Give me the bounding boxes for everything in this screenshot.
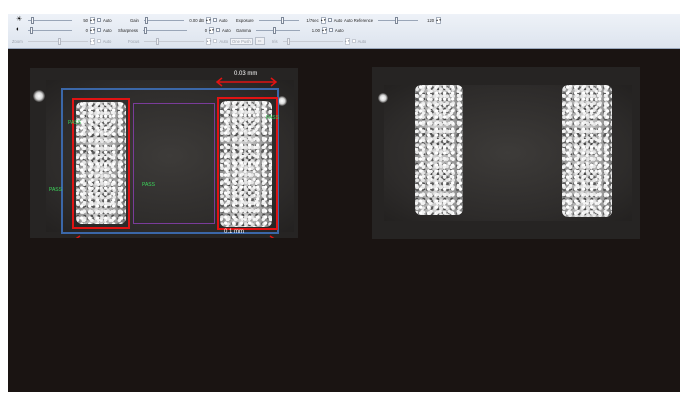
zoom-spinner[interactable]: ▲▼ xyxy=(89,37,95,45)
focus-spinner[interactable]: ▲▼ xyxy=(206,37,212,45)
zoom-slider-thumb[interactable] xyxy=(57,37,61,45)
exposure-control: Exposure 1/7sec ▲▼ Auto xyxy=(236,15,342,25)
camera-viewer-window: ☀ 50 ▲▼ Auto Gain 0.00 dB ▲▼ Auto Exposu… xyxy=(8,14,680,392)
focus-auto-label: Auto xyxy=(219,38,229,44)
gamma-auto-checkbox[interactable] xyxy=(328,28,333,32)
exposure-slider[interactable] xyxy=(258,16,299,24)
exposure-auto-label: Auto xyxy=(333,17,343,23)
gain-value: 0.00 dB xyxy=(189,17,204,23)
iris-auto-label: Auto xyxy=(357,38,367,44)
zoom-auto-label: Auto xyxy=(102,38,112,44)
auto-reference-control: Auto Reference 120 ▲▼ xyxy=(344,15,442,25)
toolbar-row-3: Zoom ▲▼ Auto Focus ▲▼ Auto One Push ▭ Ir… xyxy=(8,36,680,46)
sharpness-auto-label: Auto xyxy=(222,27,231,33)
focus-label: Focus xyxy=(128,38,140,44)
iris-spinner[interactable]: ▲▼ xyxy=(344,37,350,45)
left-electrode xyxy=(415,85,463,215)
gain-control: Gain 0.00 dB ▲▼ Auto xyxy=(130,15,227,25)
contrast-auto-label: Auto xyxy=(103,27,112,33)
focus-auto-checkbox[interactable] xyxy=(213,39,218,43)
brightness-slider[interactable] xyxy=(28,16,72,24)
reference-image-view[interactable] xyxy=(372,67,640,239)
reflection-highlight xyxy=(378,93,388,103)
auto-reference-slider[interactable] xyxy=(378,16,419,24)
contrast-slider-thumb[interactable] xyxy=(30,26,33,34)
focus-control: Focus ▲▼ Auto One Push ▭ xyxy=(128,36,265,46)
toolbar-row-1: ☀ 50 ▲▼ Auto Gain 0.00 dB ▲▼ Auto Exposu… xyxy=(8,15,680,25)
exposure-value: 1/7sec xyxy=(306,17,319,23)
exposure-auto-checkbox[interactable] xyxy=(327,18,332,22)
sharpness-value: 0 xyxy=(204,27,208,33)
gain-label: Gain xyxy=(130,17,139,23)
focus-slider-thumb[interactable] xyxy=(156,37,160,45)
camera-settings-toolbar: ☀ 50 ▲▼ Auto Gain 0.00 dB ▲▼ Auto Exposu… xyxy=(8,14,680,49)
sharpness-auto-checkbox[interactable] xyxy=(216,28,221,32)
zoom-control: Zoom ▲▼ Auto xyxy=(12,36,111,46)
contrast-value: 0 xyxy=(85,27,88,33)
brightness-auto-label: Auto xyxy=(103,17,112,23)
exposure-label: Exposure xyxy=(236,17,254,23)
brightness-icon: ☀ xyxy=(16,16,23,23)
bottom-measurement-arrow-left xyxy=(75,235,81,238)
top-measurement-label: 0.03 mm xyxy=(234,71,258,77)
gain-slider[interactable] xyxy=(143,16,184,24)
iris-slider[interactable] xyxy=(282,37,343,45)
gamma-label: Gamma xyxy=(236,27,251,33)
sharpness-control: Sharpness 0 ▲▼ Auto xyxy=(118,25,231,35)
focus-slider[interactable] xyxy=(144,37,205,45)
brightness-auto-checkbox[interactable] xyxy=(97,18,101,22)
right-electrode xyxy=(562,85,612,217)
gamma-value: 1.00 xyxy=(311,27,320,33)
iris-auto-checkbox[interactable] xyxy=(351,39,356,43)
zoom-auto-checkbox[interactable] xyxy=(96,39,101,43)
gamma-spinner[interactable]: ▲▼ xyxy=(321,26,327,34)
gain-spinner[interactable]: ▲▼ xyxy=(205,16,211,24)
auto-reference-value: 120 xyxy=(427,17,435,23)
one-push-icon[interactable]: ▭ xyxy=(254,37,265,45)
contrast-auto-checkbox[interactable] xyxy=(97,28,101,32)
contrast-icon: ◐ xyxy=(16,26,21,33)
gamma-control: Gamma 1.00 ▲▼ Auto xyxy=(236,25,344,35)
toolbar-row-2: ◐ 0 ▲▼ Auto Sharpness 0 ▲▼ Auto Gamma 1.… xyxy=(8,25,680,35)
auto-reference-spinner[interactable]: ▲▼ xyxy=(436,16,442,24)
sharpness-spinner[interactable]: ▲▼ xyxy=(209,26,215,34)
gamma-auto-label: Auto xyxy=(334,27,344,33)
exposure-slider-thumb[interactable] xyxy=(280,16,284,24)
brightness-slider-thumb[interactable] xyxy=(31,16,34,24)
gamma-slider-thumb[interactable] xyxy=(272,26,276,34)
auto-reference-label: Auto Reference xyxy=(344,17,374,23)
sharpness-slider-thumb[interactable] xyxy=(144,26,148,34)
bottom-measurement-label: 0.1 mm xyxy=(224,229,245,235)
gamma-slider[interactable] xyxy=(255,26,300,34)
zoom-label: Zoom xyxy=(12,38,23,44)
gain-auto-label: Auto xyxy=(218,17,228,23)
focus-one-push-button[interactable]: One Push xyxy=(230,37,253,45)
bottom-measurement-arrow-right xyxy=(269,235,275,238)
contrast-spinner[interactable]: ▲▼ xyxy=(90,26,95,34)
contrast-slider[interactable] xyxy=(28,26,72,34)
gain-slider-thumb[interactable] xyxy=(144,16,148,24)
brightness-value: 50 xyxy=(83,17,88,23)
sharpness-label: Sharpness xyxy=(118,27,139,33)
inspection-image-view[interactable]: PASS PASS PASS PASS 0.03 mm 0.1 mm xyxy=(30,68,298,238)
iris-slider-thumb[interactable] xyxy=(286,37,290,45)
gain-auto-checkbox[interactable] xyxy=(212,18,217,22)
brightness-spinner[interactable]: ▲▼ xyxy=(90,16,95,24)
iris-control: Iris ▲▼ Auto xyxy=(272,36,366,46)
auto-reference-slider-thumb[interactable] xyxy=(395,16,399,24)
brightness-control: 50 ▲▼ Auto xyxy=(28,15,112,25)
iris-label: Iris xyxy=(272,38,278,44)
measurement-overlay xyxy=(75,77,278,238)
zoom-slider[interactable] xyxy=(27,37,88,45)
sharpness-slider[interactable] xyxy=(143,26,188,34)
exposure-spinner[interactable]: ▲▼ xyxy=(320,16,326,24)
contrast-control: 0 ▲▼ Auto xyxy=(28,25,112,35)
